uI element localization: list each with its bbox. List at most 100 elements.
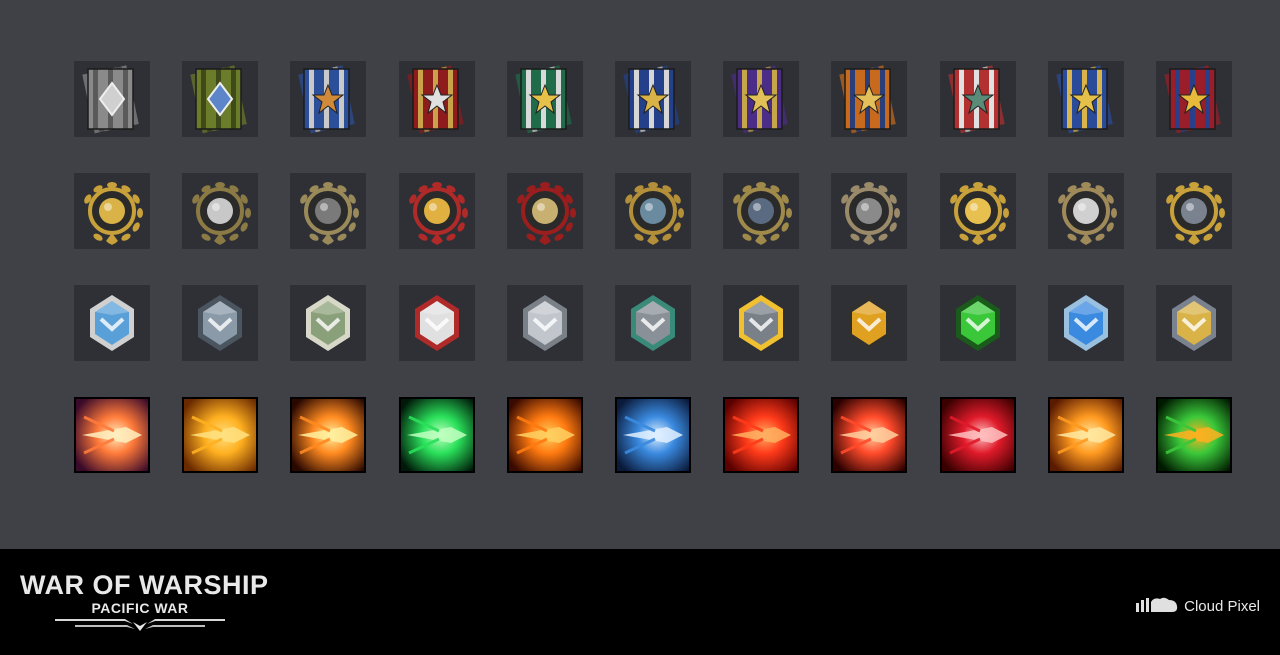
meteor-strike-skill-icon-graphic xyxy=(831,397,907,473)
skill-row xyxy=(74,397,1232,473)
warship-star-medal-icon-graphic xyxy=(723,173,799,249)
red-laurel-ribbon-icon xyxy=(399,61,475,137)
brand-name: Cloud Pixel xyxy=(1184,597,1260,615)
olive-rank-ribbon-icon xyxy=(182,61,258,137)
silver-sphere-medal-icon-graphic xyxy=(182,173,258,249)
bomber-aircraft-medal-icon-graphic xyxy=(831,173,907,249)
winged-chevron-badge-icon-graphic xyxy=(74,285,150,361)
battleship-laurel-medal-icon xyxy=(1156,173,1232,249)
energy-warhead-icon xyxy=(723,285,799,361)
gear-wrench-medal-icon xyxy=(290,173,366,249)
radioactive-canister-icon xyxy=(831,285,907,361)
logo-title: WAR OF WARSHIP xyxy=(20,570,269,600)
warship-star-medal-icon xyxy=(723,173,799,249)
silver-orb-star-medal-icon xyxy=(1048,173,1124,249)
footer-bar: WAR OF WARSHIP PACIFIC WAR Cloud Pixel xyxy=(0,549,1280,655)
green-cycle-skill-icon-graphic xyxy=(399,397,475,473)
aircraft-missile-medal-icon-graphic xyxy=(615,173,691,249)
blue-compass-ribbon-icon-graphic xyxy=(290,61,366,137)
blue-energy-cell-icon xyxy=(1048,285,1124,361)
purple-triple-star-ribbon-icon xyxy=(723,61,799,137)
aircraft-missile-medal-icon xyxy=(615,173,691,249)
red-arrow-power-skill-icon-graphic xyxy=(723,397,799,473)
crimson-barrage-skill-icon-graphic xyxy=(940,397,1016,473)
star-chevron-badge-icon xyxy=(399,285,475,361)
skull-cross-medal-icon-graphic xyxy=(507,173,583,249)
winged-chevron-badge-icon xyxy=(74,285,150,361)
rapid-fire-bullet-skill-icon-graphic xyxy=(182,397,258,473)
cloud-pixel-logo-icon xyxy=(1136,597,1178,612)
winged-ring-emblem-icon xyxy=(1156,285,1232,361)
green-repair-token-icon xyxy=(940,285,1016,361)
cash-stack-icon-graphic xyxy=(290,285,366,361)
orange-star-cross-ribbon-icon-graphic xyxy=(831,61,907,137)
green-star-ribbon-icon xyxy=(507,61,583,137)
radar-dish-icon xyxy=(507,285,583,361)
gold-gear-star-medal-icon xyxy=(399,173,475,249)
medal-row xyxy=(74,173,1232,249)
game-logo: WAR OF WARSHIP PACIFIC WAR xyxy=(20,570,269,641)
red-laurel-ribbon-icon-graphic xyxy=(399,61,475,137)
fire-shell-skill-icon-graphic xyxy=(507,397,583,473)
ribbon-row xyxy=(74,61,1232,137)
crimson-barrage-skill-icon xyxy=(940,397,1016,473)
brand-mark: Cloud Pixel xyxy=(1136,595,1260,617)
navy-double-star-ribbon-icon-graphic xyxy=(615,61,691,137)
blue-energy-cell-icon-graphic xyxy=(1048,285,1124,361)
torpedo-dash-skill-icon xyxy=(615,397,691,473)
piercing-shell-skill-icon-graphic xyxy=(74,397,150,473)
red-white-star-ribbon-icon-graphic xyxy=(940,61,1016,137)
radar-warning-skill-icon xyxy=(1156,397,1232,473)
torpedo-dash-skill-icon-graphic xyxy=(615,397,691,473)
red-gold-star-ribbon-icon xyxy=(1156,61,1232,137)
silver-rank-ribbon-icon xyxy=(74,61,150,137)
red-white-star-ribbon-icon xyxy=(940,61,1016,137)
steel-armor-plate-icon xyxy=(182,285,258,361)
fire-shell-skill-icon xyxy=(507,397,583,473)
piercing-shell-skill-icon xyxy=(74,397,150,473)
star-chevron-badge-icon-graphic xyxy=(399,285,475,361)
flame-cannon-skill-icon-graphic xyxy=(290,397,366,473)
red-arrow-power-skill-icon xyxy=(723,397,799,473)
olive-rank-ribbon-icon-graphic xyxy=(182,61,258,137)
chevron-rank-shield-icon-graphic xyxy=(615,285,691,361)
skull-cross-medal-icon xyxy=(507,173,583,249)
flame-cannon-skill-icon xyxy=(290,397,366,473)
wings-emblem-icon xyxy=(55,619,225,631)
radar-dish-icon-graphic xyxy=(507,285,583,361)
blue-compass-ribbon-icon xyxy=(290,61,366,137)
meteor-strike-skill-icon xyxy=(831,397,907,473)
navy-double-star-ribbon-icon xyxy=(615,61,691,137)
gold-aircraft-medal-icon-graphic xyxy=(74,173,150,249)
icon-sheet-grid xyxy=(74,61,1232,473)
radioactive-canister-icon-graphic xyxy=(831,285,907,361)
logo-subtitle: PACIFIC WAR xyxy=(91,600,189,616)
gold-gear-star-medal-icon-graphic xyxy=(399,173,475,249)
missile-salvo-skill-icon xyxy=(1048,397,1124,473)
bomber-aircraft-medal-icon xyxy=(831,173,907,249)
item-row xyxy=(74,285,1232,361)
energy-warhead-icon-graphic xyxy=(723,285,799,361)
green-cycle-skill-icon xyxy=(399,397,475,473)
chevron-rank-shield-icon xyxy=(615,285,691,361)
green-star-ribbon-icon-graphic xyxy=(507,61,583,137)
gold-orb-medal-icon xyxy=(940,173,1016,249)
gold-aircraft-medal-icon xyxy=(74,173,150,249)
steel-armor-plate-icon-graphic xyxy=(182,285,258,361)
gear-wrench-medal-icon-graphic xyxy=(290,173,366,249)
silver-rank-ribbon-icon-graphic xyxy=(74,61,150,137)
green-repair-token-icon-graphic xyxy=(940,285,1016,361)
purple-triple-star-ribbon-icon-graphic xyxy=(723,61,799,137)
gold-orb-medal-icon-graphic xyxy=(940,173,1016,249)
missile-salvo-skill-icon-graphic xyxy=(1048,397,1124,473)
blue-gold-anchor-ribbon-icon xyxy=(1048,61,1124,137)
cash-stack-icon xyxy=(290,285,366,361)
red-gold-star-ribbon-icon-graphic xyxy=(1156,61,1232,137)
silver-sphere-medal-icon xyxy=(182,173,258,249)
winged-ring-emblem-icon-graphic xyxy=(1156,285,1232,361)
rapid-fire-bullet-skill-icon xyxy=(182,397,258,473)
blue-gold-anchor-ribbon-icon-graphic xyxy=(1048,61,1124,137)
battleship-laurel-medal-icon-graphic xyxy=(1156,173,1232,249)
silver-orb-star-medal-icon-graphic xyxy=(1048,173,1124,249)
radar-warning-skill-icon-graphic xyxy=(1156,397,1232,473)
